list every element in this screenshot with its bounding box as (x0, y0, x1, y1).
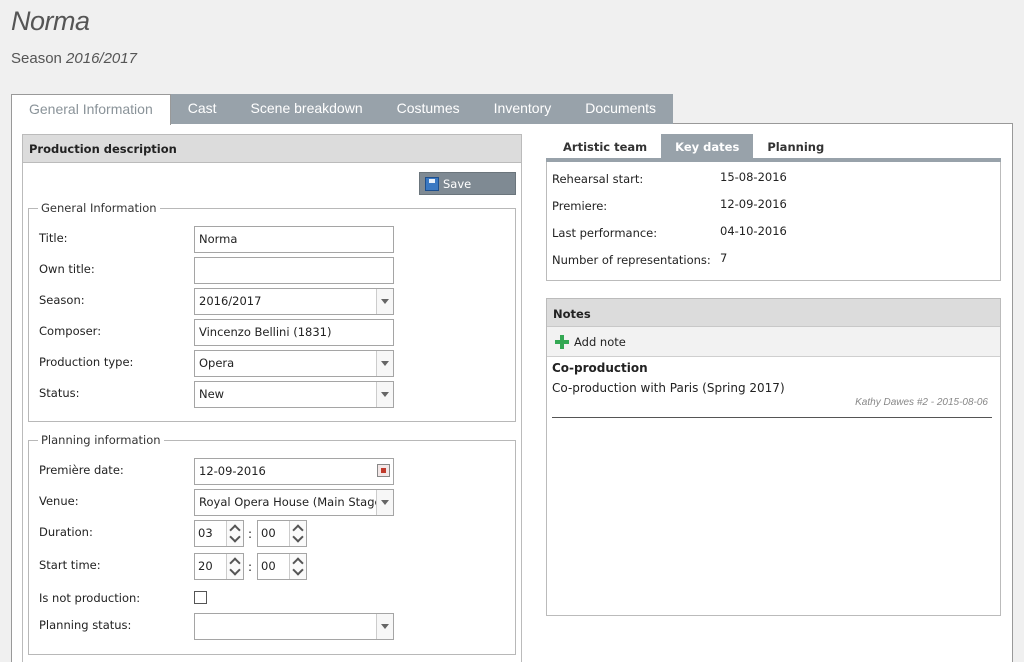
premiere-date-label: Première date: (39, 463, 124, 477)
venue-label: Venue: (39, 494, 79, 508)
stepper-buttons (226, 554, 243, 579)
production-type-select[interactable]: Opera (194, 350, 394, 377)
page-title: Norma (11, 6, 90, 36)
note-meta: Kathy Dawes #2 - 2015-08-06 (855, 397, 988, 408)
duration-label: Duration: (39, 525, 93, 539)
calendar-icon[interactable] (377, 464, 390, 477)
tab-general-information[interactable]: General Information (11, 94, 171, 125)
add-note-label: Add note (574, 335, 626, 349)
last-performance-value: 04-10-2016 (720, 224, 787, 238)
duration-minutes-value: 00 (261, 526, 276, 540)
note-body: Co-production with Paris (Spring 2017) (552, 381, 785, 395)
representations-value: 7 (720, 251, 728, 265)
note-divider (552, 417, 992, 418)
season-prefix: Season (11, 50, 62, 67)
chevron-down-icon[interactable] (376, 351, 393, 376)
season-label: Season: (39, 293, 85, 307)
tab-cast[interactable]: Cast (170, 94, 234, 124)
chevron-down-icon[interactable] (376, 490, 393, 515)
notes-panel: Notes Add note (546, 298, 1001, 616)
rehearsal-start-value: 15-08-2016 (720, 170, 787, 184)
tab-inventory[interactable]: Inventory (476, 94, 569, 124)
note-title: Co-production (552, 361, 648, 375)
main-tabs: General Information Cast Scene breakdown… (11, 94, 674, 125)
venue-value: Royal Opera House (Main Stage) (199, 495, 387, 509)
production-description-header: Production description (23, 135, 521, 163)
tab-scene-breakdown[interactable]: Scene breakdown (233, 94, 380, 124)
duration-minutes-stepper[interactable]: 00 (257, 520, 307, 547)
planning-information-legend: Planning information (38, 433, 164, 447)
premiere-value: 12-09-2016 (720, 197, 787, 211)
start-minutes-stepper[interactable]: 00 (257, 553, 307, 580)
venue-select[interactable]: Royal Opera House (Main Stage) (194, 489, 394, 516)
chevron-down-icon[interactable] (376, 382, 393, 407)
start-minutes-value: 00 (261, 559, 276, 573)
own-title-label: Own title: (39, 262, 95, 276)
duration-hours-value: 03 (198, 526, 213, 540)
chevron-down-icon[interactable] (230, 568, 240, 576)
premiere-date-input[interactable]: 12-09-2016 (194, 458, 394, 485)
representations-label: Number of representations: (552, 253, 711, 267)
season-value: 2016/2017 (66, 50, 137, 67)
status-value: New (199, 387, 225, 401)
last-performance-label: Last performance: (552, 226, 658, 240)
tab-documents[interactable]: Documents (568, 94, 674, 124)
add-note-button[interactable]: Add note (547, 327, 1000, 357)
tab-key-dates[interactable]: Key dates (661, 134, 754, 160)
tab-costumes[interactable]: Costumes (379, 94, 477, 124)
title-input[interactable]: Norma (194, 226, 394, 253)
production-type-label: Production type: (39, 355, 134, 369)
composer-input[interactable]: Vincenzo Bellini (1831) (194, 319, 394, 346)
start-time-label: Start time: (39, 558, 101, 572)
rehearsal-start-label: Rehearsal start: (552, 172, 644, 186)
stepper-buttons (226, 521, 243, 546)
composer-label: Composer: (39, 324, 102, 338)
stepper-buttons (289, 521, 306, 546)
planning-status-select[interactable] (194, 613, 394, 640)
notes-header: Notes (547, 299, 1000, 327)
start-hours-stepper[interactable]: 20 (194, 553, 244, 580)
time-separator: : (248, 560, 253, 574)
chevron-down-icon[interactable] (293, 568, 303, 576)
start-hours-value: 20 (198, 559, 213, 573)
status-label: Status: (39, 386, 80, 400)
chevron-down-icon[interactable] (376, 614, 393, 639)
time-separator: : (248, 527, 253, 541)
chevron-down-icon[interactable] (376, 289, 393, 314)
tab-planning[interactable]: Planning (753, 134, 838, 160)
tab-artistic-team[interactable]: Artistic team (546, 134, 661, 160)
stepper-buttons (289, 554, 306, 579)
title-label: Title: (39, 231, 68, 245)
floppy-disk-icon (425, 177, 439, 191)
season-subtitle: Season 2016/2017 (11, 50, 137, 67)
status-select[interactable]: New (194, 381, 394, 408)
save-changes-button[interactable]: Save changes (419, 172, 516, 214)
season-select-value: 2016/2017 (199, 294, 262, 308)
premiere-date-value: 12-09-2016 (199, 464, 266, 478)
planning-status-label: Planning status: (39, 618, 132, 632)
general-information-legend: General Information (38, 201, 160, 215)
chevron-down-icon[interactable] (293, 535, 303, 543)
production-type-value: Opera (199, 356, 235, 370)
plus-icon (555, 335, 569, 349)
premiere-label: Premiere: (552, 199, 608, 213)
sub-tabs: Artistic team Key dates Planning (546, 134, 838, 160)
chevron-down-icon[interactable] (230, 535, 240, 543)
is-not-production-checkbox[interactable] (194, 591, 207, 604)
is-not-production-label: Is not production: (39, 591, 141, 605)
own-title-input[interactable] (194, 257, 394, 284)
season-select[interactable]: 2016/2017 (194, 288, 394, 315)
duration-hours-stepper[interactable]: 03 (194, 520, 244, 547)
